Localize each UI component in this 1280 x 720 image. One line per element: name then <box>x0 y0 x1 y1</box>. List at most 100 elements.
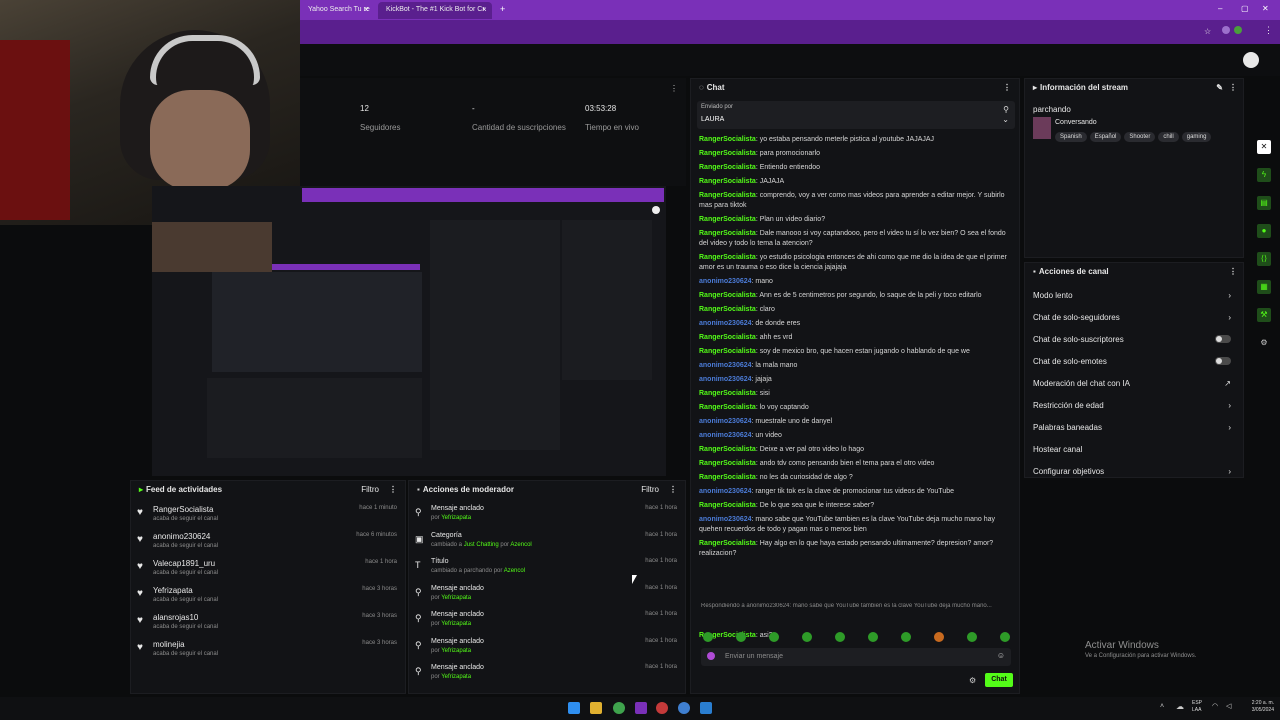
chat-user[interactable]: RangerSocialista <box>699 404 756 411</box>
channel-action-item[interactable]: Restricción de edad › <box>1025 395 1243 417</box>
more-icon[interactable]: ⋮ <box>1229 79 1237 97</box>
chat-user[interactable]: RangerSocialista <box>699 540 756 547</box>
more-icon[interactable]: ⋮ <box>389 481 397 499</box>
stream-preview[interactable] <box>152 186 666 476</box>
new-tab-button[interactable]: + <box>500 4 505 14</box>
sub-highlight[interactable]: Yefrizapata <box>441 674 471 680</box>
chat-user[interactable]: anonimo230624 <box>699 516 752 523</box>
toggle-switch[interactable] <box>1215 351 1231 373</box>
send-chat-button[interactable]: Chat <box>985 673 1013 687</box>
chat-user[interactable]: RangerSocialista <box>699 178 756 185</box>
emote-icon[interactable] <box>703 632 713 642</box>
feed-user[interactable]: anonimo230624 <box>153 532 210 541</box>
browser-tab-active[interactable]: KickBot - The #1 Kick Bot for Cr <box>378 2 492 19</box>
emote-icon[interactable] <box>769 632 779 642</box>
chat-user[interactable]: RangerSocialista <box>699 348 756 355</box>
windows-start-icon[interactable] <box>568 702 580 714</box>
maximize-button[interactable]: ▢ <box>1241 4 1249 13</box>
chat-user[interactable]: anonimo230624 <box>699 320 752 327</box>
chat-user[interactable]: anonimo230624 <box>699 432 752 439</box>
toggle-switch[interactable] <box>1215 329 1231 351</box>
chat-user[interactable]: RangerSocialista <box>699 254 756 261</box>
star-icon[interactable]: ☆ <box>1204 27 1211 36</box>
file-explorer-icon[interactable] <box>590 702 602 714</box>
chat-user[interactable]: RangerSocialista <box>699 292 756 299</box>
chat-user[interactable]: RangerSocialista <box>699 446 756 453</box>
chat-user[interactable]: anonimo230624 <box>699 488 752 495</box>
feed-user[interactable]: RangerSocialista <box>153 505 213 514</box>
chat-user[interactable]: RangerSocialista <box>699 334 756 341</box>
pin-icon[interactable]: ⚲ <box>1003 105 1009 114</box>
channel-action-item[interactable]: Modo lento › <box>1025 285 1243 307</box>
chat-user[interactable]: RangerSocialista <box>699 150 756 157</box>
sub-highlight[interactable]: Yefrizapata <box>441 621 471 627</box>
sub-highlight[interactable]: Azencol <box>504 568 525 574</box>
channel-action-item[interactable]: Palabras baneadas › <box>1025 417 1243 439</box>
emote-icon[interactable] <box>802 632 812 642</box>
emote-icon[interactable] <box>901 632 911 642</box>
mod-action-item[interactable]: ⚲ Mensaje anclado por Yefrizapata hace 1 ho… <box>409 636 685 663</box>
close-icon[interactable]: ✕ <box>1257 140 1271 154</box>
chat-user[interactable]: RangerSocialista <box>699 136 756 143</box>
mod-action-item[interactable]: ⚲ Mensaje anclado por Yefrizapata hace 1 ho… <box>409 609 685 636</box>
feed-item[interactable]: ♥ Yefrizapata acaba de seguir el canal hace… <box>131 584 405 611</box>
sub-highlight[interactable]: Azencol <box>510 542 531 548</box>
channel-action-item[interactable]: Configurar objetivos › <box>1025 461 1243 483</box>
feed-item[interactable]: ♥ molinejia acaba de seguir el canal hace 3… <box>131 638 405 665</box>
chat-user[interactable]: RangerSocialista <box>699 164 756 171</box>
mod-action-item[interactable]: ⚲ Mensaje anclado por Yefrizapata hace 1 ho… <box>409 583 685 610</box>
more-icon[interactable]: ⋮ <box>669 481 677 499</box>
chat-user[interactable]: RangerSocialista <box>699 390 756 397</box>
wrench-icon[interactable]: ⚒ <box>1257 308 1271 322</box>
chat-bubble-icon[interactable]: ● <box>1257 224 1271 238</box>
wifi-icon[interactable]: ◠ <box>1212 702 1218 710</box>
clock[interactable]: 2:20 a. m. 3/05/2024 <box>1240 700 1274 714</box>
mod-action-item[interactable]: ⚲ Mensaje anclado por Yefrizapata hace 1 ho… <box>409 503 685 530</box>
feed-user[interactable]: Yefrizapata <box>153 586 193 595</box>
browser-icon[interactable] <box>678 702 690 714</box>
profile-icon[interactable] <box>1234 26 1242 34</box>
mod-filter-button[interactable]: Filtro <box>641 481 659 499</box>
close-window-button[interactable]: ✕ <box>1262 4 1269 13</box>
emote-icon[interactable] <box>835 632 845 642</box>
chrome-icon[interactable] <box>613 702 625 714</box>
app-icon[interactable] <box>635 702 647 714</box>
emote-icon[interactable] <box>1000 632 1010 642</box>
channel-action-item[interactable]: Chat de solo-emotes <box>1025 351 1243 373</box>
more-icon[interactable]: ⋮ <box>1229 263 1237 281</box>
close-tab-icon[interactable]: × <box>364 5 369 14</box>
lightning-icon[interactable]: ϟ <box>1257 168 1271 182</box>
more-icon[interactable]: ⋮ <box>670 84 678 93</box>
feed-item[interactable]: ♥ RangerSocialista acaba de seguir el cana… <box>131 503 405 530</box>
feed-filter-button[interactable]: Filtro <box>361 481 379 499</box>
feed-user[interactable]: alansrojas10 <box>153 613 198 622</box>
channel-action-item[interactable]: Hostear canal <box>1025 439 1243 461</box>
emote-icon[interactable] <box>967 632 977 642</box>
settings-icon[interactable]: ⚙ <box>1257 336 1271 350</box>
channel-action-item[interactable]: Chat de solo-seguidores › <box>1025 307 1243 329</box>
chat-user[interactable]: RangerSocialista <box>699 230 756 237</box>
cloud-icon[interactable]: ☁ <box>1176 702 1184 711</box>
emoji-icon[interactable]: ☺ <box>997 651 1005 660</box>
chat-user[interactable]: RangerSocialista <box>699 192 756 199</box>
channel-action-item[interactable]: Moderación del chat con IA ↗ <box>1025 373 1243 395</box>
feed-item[interactable]: ♥ anonimo230624 acaba de seguir el canal ha… <box>131 530 405 557</box>
pinned-message[interactable]: Enviado por LAURA ⚲ ⌄ <box>697 101 1015 129</box>
feed-user[interactable]: Valecap1891_uru <box>153 559 215 568</box>
code-icon[interactable]: ⟨⟩ <box>1257 252 1271 266</box>
sub-highlight[interactable]: Just Chatting <box>464 542 499 548</box>
chat-input[interactable]: Enviar un mensaje ☺ <box>701 648 1011 666</box>
edit-icon[interactable]: ✎ <box>1216 79 1223 97</box>
channel-action-item[interactable]: Chat de solo-suscriptores <box>1025 329 1243 351</box>
grid-icon[interactable]: ▦ <box>1257 280 1271 294</box>
avatar[interactable] <box>1243 52 1259 68</box>
gear-icon[interactable]: ⚙ <box>969 676 976 685</box>
doc-icon[interactable]: ▤ <box>1257 196 1271 210</box>
feed-item[interactable]: ♥ alansrojas10 acaba de seguir el canal hac… <box>131 611 405 638</box>
volume-icon[interactable]: ◁ <box>1226 702 1231 710</box>
emote-icon[interactable] <box>868 632 878 642</box>
browser-tab[interactable]: Yahoo Search Tu re <box>300 2 372 19</box>
obs-icon[interactable] <box>656 702 668 714</box>
emote-icon[interactable] <box>934 632 944 642</box>
feed-user[interactable]: molinejia <box>153 640 185 649</box>
